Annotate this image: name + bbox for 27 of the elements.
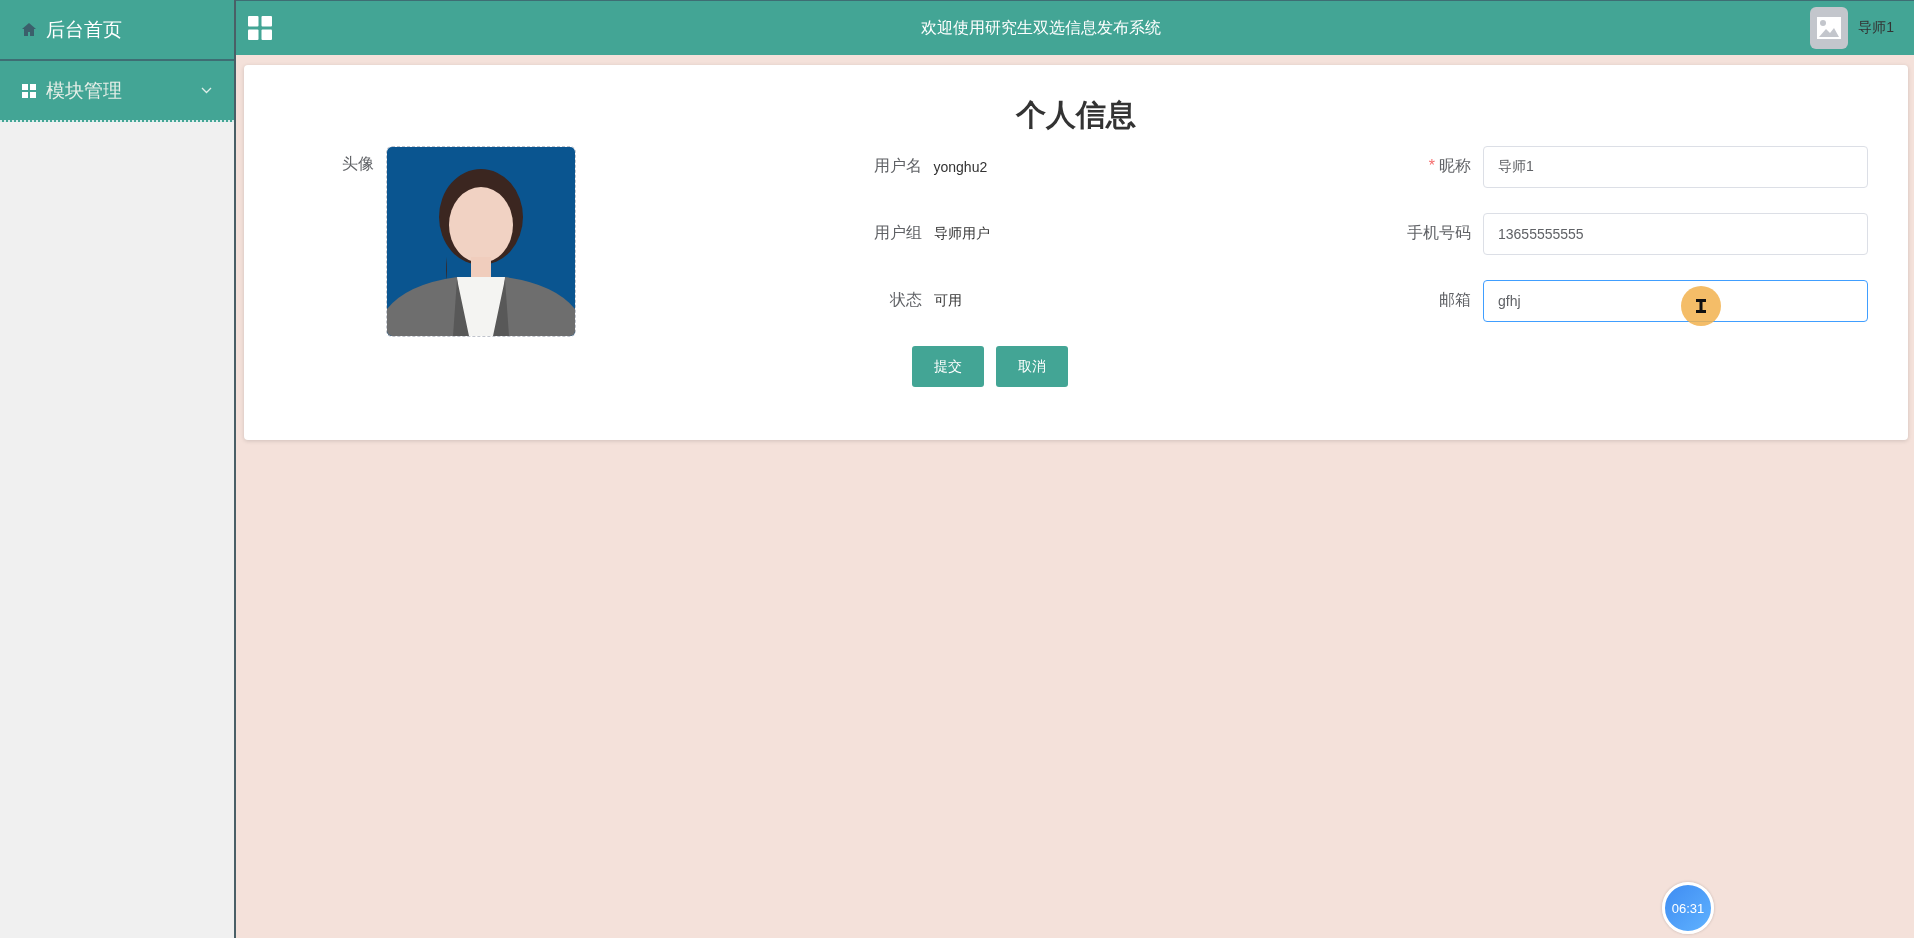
field-label: * 昵称: [1427, 156, 1471, 176]
sidebar-item[interactable]: 模块管理: [0, 61, 234, 122]
home-icon: [22, 23, 36, 36]
required-mark: *: [1428, 157, 1435, 174]
avatar-placeholder-icon[interactable]: [1810, 7, 1849, 49]
field-label: 状态: [888, 290, 922, 310]
timer-badge: 06:31: [1662, 882, 1714, 934]
field-label: 用户组: [872, 223, 922, 243]
input-field[interactable]: gfhj: [1483, 279, 1868, 322]
field-label: 手机号码: [1406, 223, 1471, 243]
cursor-highlight-icon: [1681, 286, 1721, 326]
field-label: 用户名: [872, 156, 922, 176]
field-label: 邮箱: [1438, 290, 1471, 310]
form-button[interactable]: 取消: [996, 346, 1068, 387]
user-name[interactable]: 导师1: [1858, 19, 1894, 37]
sidebar-item[interactable]: 后台首页: [0, 0, 234, 61]
input-field[interactable]: 13655555555: [1483, 212, 1868, 255]
field-value: yonghu2: [933, 158, 988, 175]
form-button[interactable]: 提交: [912, 346, 984, 387]
field-label: 头像: [341, 154, 374, 174]
field-value: 导师用户: [933, 224, 990, 243]
field-value: 可用: [933, 291, 962, 310]
card-title: 个人信息: [1016, 97, 1136, 133]
page-title: 欢迎使用研究生双选信息发布系统: [920, 17, 1163, 38]
grid-icon: [22, 83, 36, 98]
grid-icon[interactable]: [248, 16, 272, 40]
input-field[interactable]: 导师1: [1483, 145, 1868, 188]
